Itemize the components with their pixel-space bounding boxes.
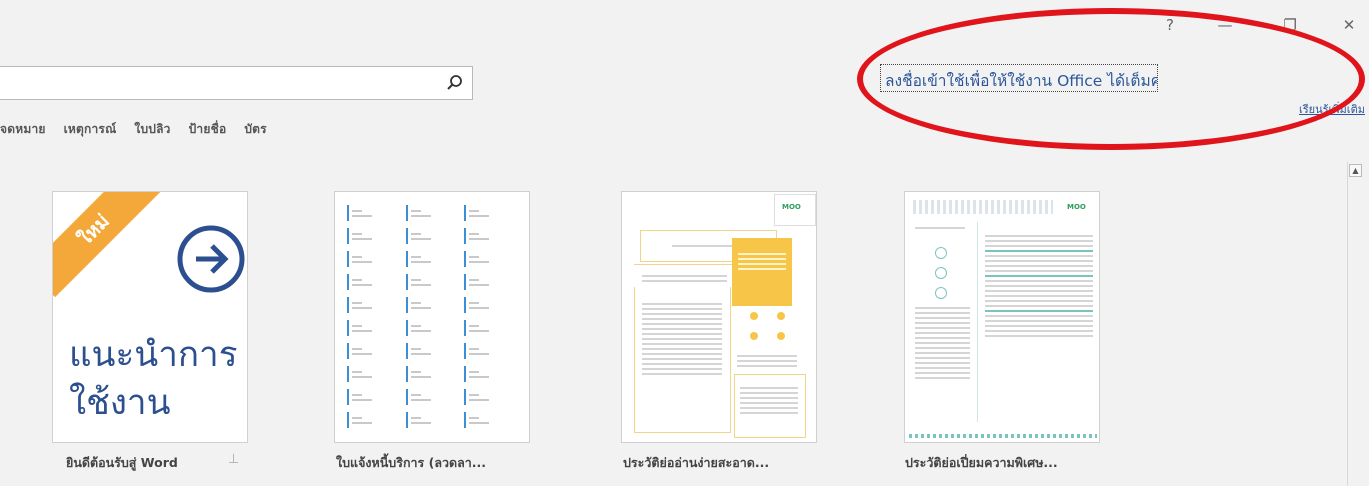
suggested-search-cards[interactable]: บัตร bbox=[244, 120, 266, 139]
template-title-resume-distinctive[interactable]: ประวัติย่อเปี่ยมความพิเศษ... bbox=[905, 453, 1058, 473]
suggested-searches: จดหมาย เหตุการณ์ ใบปลิว ป้ายชื่อ บัตร bbox=[0, 120, 267, 139]
restore-button[interactable]: ❐ bbox=[1270, 12, 1310, 38]
label-cell bbox=[405, 204, 461, 222]
label-cell bbox=[464, 342, 519, 360]
logo-text-2: MOO bbox=[1067, 203, 1086, 211]
scroll-up-arrow-icon[interactable]: ▲ bbox=[1349, 164, 1362, 177]
template-title-welcome[interactable]: ยินดีต้อนรับสู่ Word bbox=[66, 453, 178, 473]
label-cell bbox=[347, 365, 402, 383]
search-input[interactable] bbox=[0, 67, 446, 99]
label-cell bbox=[405, 365, 461, 383]
label-cell bbox=[347, 250, 402, 268]
resume-thumbnail-2: MOO bbox=[905, 192, 1099, 442]
label-grid-row bbox=[347, 296, 519, 314]
label-cell bbox=[464, 204, 519, 222]
label-cell bbox=[405, 319, 461, 337]
label-cell bbox=[405, 227, 461, 245]
label-grid-row bbox=[347, 411, 519, 429]
suggested-search-flyers[interactable]: ใบปลิว bbox=[134, 120, 170, 139]
label-grid-row bbox=[347, 273, 519, 291]
template-card-resume-distinctive[interactable]: MOO bbox=[904, 191, 1100, 443]
label-grid-row bbox=[347, 319, 519, 337]
label-cell bbox=[405, 411, 461, 429]
suggested-search-events[interactable]: เหตุการณ์ bbox=[64, 120, 117, 139]
template-card-invoice[interactable] bbox=[334, 191, 530, 443]
label-cell bbox=[405, 388, 461, 406]
tour-text: แนะนำการ ใช้งาน bbox=[69, 331, 238, 427]
signin-link[interactable]: ลงชื่อเข้าใช้เพื่อให้ใช้งาน Office ได้เต… bbox=[880, 64, 1158, 92]
learn-more-link[interactable]: เรียนรู้เพิ่มเติม bbox=[1299, 100, 1365, 118]
label-cell bbox=[347, 296, 402, 314]
label-cell bbox=[464, 319, 519, 337]
suggested-search-letters[interactable]: จดหมาย bbox=[0, 120, 46, 139]
label-cell bbox=[347, 388, 402, 406]
tour-text-line2: ใช้งาน bbox=[69, 383, 171, 423]
label-cell bbox=[347, 273, 402, 291]
label-cell bbox=[347, 227, 402, 245]
label-cell bbox=[405, 273, 461, 291]
template-card-resume-clean[interactable]: MOO bbox=[621, 191, 817, 443]
search-icon[interactable] bbox=[446, 74, 464, 92]
resume-thumbnail: MOO bbox=[622, 192, 816, 442]
search-box bbox=[0, 66, 473, 100]
label-cell bbox=[347, 411, 402, 429]
label-cell bbox=[464, 388, 519, 406]
tour-text-line1: แนะนำการ bbox=[69, 335, 238, 375]
label-cell bbox=[464, 365, 519, 383]
pin-icon[interactable]: ⊥ bbox=[228, 452, 239, 467]
help-button[interactable]: ? bbox=[1150, 12, 1190, 38]
template-title-invoice[interactable]: ใบแจ้งหนี้บริการ (ลวดลา... bbox=[336, 453, 486, 473]
label-cell bbox=[464, 273, 519, 291]
label-cell bbox=[347, 342, 402, 360]
close-button[interactable]: ✕ bbox=[1329, 12, 1369, 38]
arrow-right-circle-icon bbox=[177, 225, 245, 293]
label-cell bbox=[405, 250, 461, 268]
label-cell bbox=[347, 204, 402, 222]
label-grid-row bbox=[347, 250, 519, 268]
template-card-welcome[interactable]: ใหม่ แนะนำการ ใช้งาน bbox=[52, 191, 248, 443]
label-cell bbox=[347, 319, 402, 337]
label-grid-row bbox=[347, 342, 519, 360]
label-grid-row bbox=[347, 388, 519, 406]
label-cell bbox=[405, 296, 461, 314]
label-cell bbox=[405, 342, 461, 360]
label-cell bbox=[464, 411, 519, 429]
vertical-scrollbar[interactable]: ▲ bbox=[1347, 162, 1364, 486]
label-grid-row bbox=[347, 204, 519, 222]
suggested-search-labels[interactable]: ป้ายชื่อ bbox=[189, 120, 227, 139]
label-grid-row bbox=[347, 227, 519, 245]
logo-text: MOO bbox=[782, 203, 801, 211]
label-grid-row bbox=[347, 365, 519, 383]
template-title-resume-clean[interactable]: ประวัติย่ออ่านง่ายสะอาด... bbox=[623, 453, 769, 473]
label-cell bbox=[464, 296, 519, 314]
label-cell bbox=[464, 250, 519, 268]
label-cell bbox=[464, 227, 519, 245]
new-badge: ใหม่ bbox=[53, 192, 162, 298]
minimize-button[interactable]: — bbox=[1205, 12, 1245, 38]
